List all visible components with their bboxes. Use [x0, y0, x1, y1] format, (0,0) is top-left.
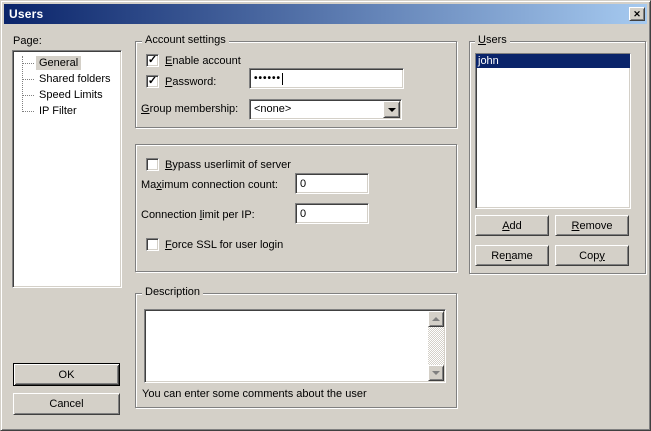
- list-item-john[interactable]: john: [476, 54, 630, 68]
- label-text: Re: [491, 250, 505, 262]
- label-text: nable account: [172, 55, 241, 67]
- titlebar: Users ✕: [4, 4, 647, 24]
- label-text: Connection: [141, 209, 200, 221]
- add-button[interactable]: Add: [475, 215, 549, 236]
- tree-connector-icon: [22, 95, 34, 96]
- tree-connector-icon: [22, 79, 34, 80]
- label-text: dd: [510, 220, 522, 232]
- close-button[interactable]: ✕: [629, 7, 645, 21]
- combo-dropdown-button[interactable]: [383, 101, 400, 118]
- label-text: ypass userlimit of server: [172, 159, 291, 171]
- bypass-userlimit-label: Bypass userlimit of server: [165, 159, 291, 171]
- ok-button[interactable]: OK: [13, 363, 120, 386]
- description-scrollbar[interactable]: [428, 311, 444, 381]
- enable-account-label: Enable account: [165, 55, 241, 67]
- rename-button[interactable]: Rename: [475, 245, 549, 266]
- description-hint: You can enter some comments about the us…: [142, 388, 367, 400]
- page-label: Page:: [13, 35, 42, 47]
- checkmark-icon: ✓: [148, 76, 157, 87]
- tree-item-label: Shared folders: [36, 72, 114, 86]
- force-ssl-label: Force SSL for user login: [165, 239, 283, 251]
- enable-account-checkbox[interactable]: ✓: [146, 54, 159, 67]
- scroll-down-icon: [432, 371, 440, 375]
- description-textarea[interactable]: [144, 309, 446, 383]
- max-connection-count-value: 0: [300, 178, 306, 190]
- cancel-button[interactable]: Cancel: [13, 393, 120, 415]
- page-tree-inner: General Shared folders Speed Limits IP F…: [13, 51, 121, 287]
- account-settings-group: Account settings ✓ Enable account ✓ Pass…: [135, 41, 457, 128]
- label-text: imum connection count:: [162, 179, 278, 191]
- tree-item-shared-folders[interactable]: Shared folders: [13, 71, 121, 87]
- label-text: Ma: [141, 179, 156, 191]
- scroll-down-button[interactable]: [428, 365, 444, 381]
- label-accel: G: [141, 103, 150, 115]
- text-caret: [282, 73, 283, 85]
- label-text: orce SSL for user login: [172, 239, 283, 251]
- tree-item-speed-limits[interactable]: Speed Limits: [13, 87, 121, 103]
- group-membership-select[interactable]: <none>: [249, 99, 402, 120]
- label-text: roup membership:: [150, 103, 239, 115]
- tree-connector-icon: [22, 63, 34, 64]
- bypass-userlimit-checkbox[interactable]: [146, 158, 159, 171]
- close-icon: ✕: [633, 10, 641, 19]
- password-input[interactable]: ••••••: [249, 68, 404, 89]
- label-accel: A: [502, 220, 509, 232]
- description-title: Description: [142, 286, 203, 298]
- tree-item-label: Speed Limits: [36, 88, 106, 102]
- tree-item-label: IP Filter: [36, 104, 80, 118]
- force-ssl-checkbox[interactable]: [146, 238, 159, 251]
- page-tree: General Shared folders Speed Limits IP F…: [12, 50, 122, 288]
- remove-button[interactable]: Remove: [555, 215, 629, 236]
- checkmark-icon: ✓: [148, 55, 157, 66]
- label-accel: y: [599, 250, 605, 262]
- connection-limit-per-ip-value: 0: [300, 208, 306, 220]
- description-group: Description You can enter some comments …: [135, 293, 457, 408]
- window-title: Users: [4, 7, 43, 21]
- tree-item-ip-filter[interactable]: IP Filter: [13, 103, 121, 119]
- password-checkbox[interactable]: ✓: [146, 75, 159, 88]
- users-group: Users john Add Remove Rename Copy: [469, 41, 646, 274]
- label-text: emove: [579, 220, 612, 232]
- label-text: Cop: [579, 250, 599, 262]
- chevron-down-icon: [388, 108, 396, 112]
- tree-connector-icon: [22, 111, 34, 112]
- users-dialog: Users ✕ Page: General Shared folders Spe…: [0, 0, 651, 431]
- tree-item-label: General: [36, 56, 81, 70]
- scroll-up-icon: [432, 317, 440, 321]
- password-value: ••••••: [254, 73, 281, 84]
- label-text: sers: [486, 34, 507, 46]
- max-connection-count-input[interactable]: 0: [295, 173, 369, 194]
- ok-label: OK: [59, 369, 75, 381]
- label-text: ame: [511, 250, 532, 262]
- users-listbox[interactable]: john: [475, 53, 631, 209]
- label-accel: F: [165, 239, 172, 251]
- label-text: imit per IP:: [202, 209, 255, 221]
- label-accel: U: [478, 34, 486, 46]
- scroll-up-button[interactable]: [428, 311, 444, 327]
- max-connection-count-label: Maximum connection count:: [141, 179, 278, 191]
- connection-limits-group: Bypass userlimit of server Maximum conne…: [135, 144, 457, 272]
- connection-limit-per-ip-input[interactable]: 0: [295, 203, 369, 224]
- connection-limit-per-ip-label: Connection limit per IP:: [141, 209, 255, 221]
- cancel-label: Cancel: [49, 398, 83, 410]
- account-settings-title: Account settings: [142, 34, 229, 46]
- group-membership-value: <none>: [254, 103, 291, 115]
- tree-item-general[interactable]: General: [13, 55, 121, 71]
- group-membership-label: Group membership:: [141, 103, 238, 115]
- copy-button[interactable]: Copy: [555, 245, 629, 266]
- label-text: assword:: [172, 76, 216, 88]
- password-label: Password:: [165, 76, 216, 88]
- users-group-title: Users: [475, 34, 510, 46]
